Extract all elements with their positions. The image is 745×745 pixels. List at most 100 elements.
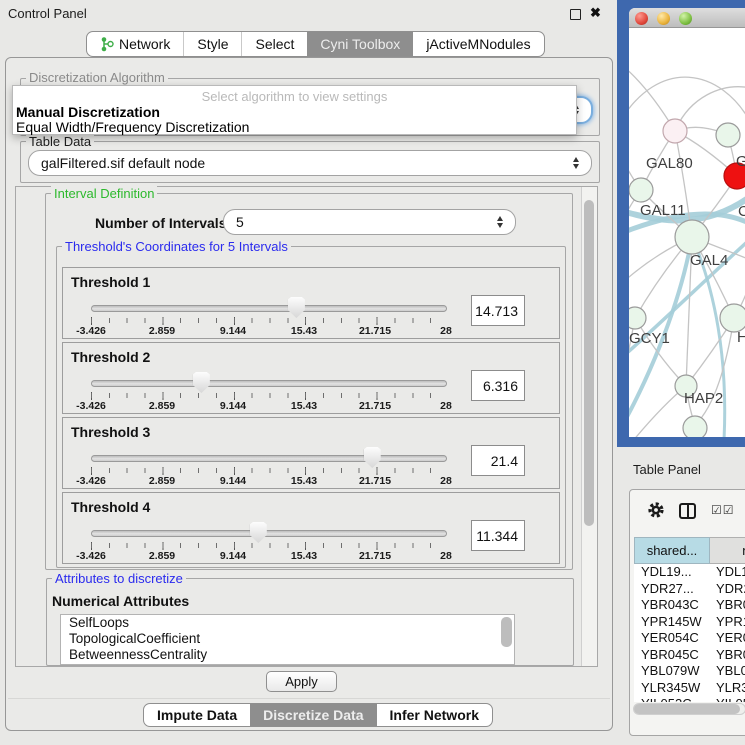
number-of-intervals-value: 5 bbox=[236, 214, 244, 230]
float-window-icon[interactable] bbox=[570, 9, 581, 20]
table-row[interactable]: YIL052CYIL05 bbox=[634, 696, 745, 702]
number-of-intervals-combobox[interactable]: 5 bbox=[223, 209, 516, 235]
network-node[interactable] bbox=[629, 178, 653, 202]
slider-minor-ticks bbox=[91, 393, 448, 398]
tab-discretize-data-label: Discretize Data bbox=[263, 704, 363, 726]
cell-name[interactable]: YLR34 bbox=[710, 680, 745, 697]
table-body: YDL19...YDL19 YDR27...YDR27 YBR043CYBR04… bbox=[634, 564, 745, 702]
network-node[interactable] bbox=[663, 119, 687, 143]
list-item-topologicalcoefficient[interactable]: TopologicalCoefficient bbox=[61, 631, 514, 647]
threshold-3-value-field[interactable] bbox=[471, 445, 525, 476]
list-item-selfloops[interactable]: SelfLoops bbox=[61, 615, 514, 631]
cell-name[interactable]: YDR27 bbox=[710, 581, 745, 598]
attributes-group-label: Attributes to discretize bbox=[52, 571, 186, 586]
list-scrollbar-thumb[interactable] bbox=[501, 617, 512, 647]
tab-select[interactable]: Select bbox=[241, 32, 307, 56]
tab-network[interactable]: Network bbox=[87, 32, 183, 56]
cell-name[interactable]: YBR04 bbox=[710, 647, 745, 664]
cell-name[interactable]: YDL19 bbox=[710, 564, 745, 581]
tick-label: 21.715 bbox=[345, 325, 405, 337]
threshold-2-value-field[interactable] bbox=[471, 370, 525, 401]
close-icon[interactable]: ✖ bbox=[590, 5, 601, 21]
tab-infer-network[interactable]: Infer Network bbox=[377, 704, 492, 726]
table-row[interactable]: YBL079WYBL07 bbox=[634, 663, 745, 680]
tick-label: 15.43 bbox=[274, 475, 334, 487]
network-node[interactable] bbox=[683, 416, 707, 437]
network-node[interactable] bbox=[675, 220, 709, 254]
threshold-1-value-field[interactable] bbox=[471, 295, 525, 326]
network-window-titlebar[interactable] bbox=[629, 8, 745, 28]
cell-name[interactable]: YBR04 bbox=[710, 597, 745, 614]
threshold-2-label: Threshold 2 bbox=[71, 349, 150, 365]
cell-shared-name[interactable]: YER054C bbox=[634, 630, 710, 647]
gear-icon[interactable] bbox=[647, 501, 665, 519]
tab-infer-network-label: Infer Network bbox=[390, 704, 479, 726]
dropdown-option-manual-discretization[interactable]: Manual Discretization bbox=[16, 104, 160, 120]
dropdown-prompt: Select algorithm to view settings bbox=[13, 89, 576, 104]
table-row[interactable]: YPR145WYPR14 bbox=[634, 614, 745, 631]
threshold-2-slider-track[interactable] bbox=[91, 380, 447, 387]
threshold-3-slider-handle[interactable] bbox=[364, 447, 381, 468]
zoom-traffic-light[interactable] bbox=[679, 12, 692, 25]
threshold-1-slider-handle[interactable] bbox=[288, 297, 305, 318]
table-row[interactable]: YDL19...YDL19 bbox=[634, 564, 745, 581]
table-panel-header: Table Panel bbox=[617, 447, 745, 489]
cell-name[interactable]: YBL07 bbox=[710, 663, 745, 680]
cyni-bottom-tabbar: Impute Data Discretize Data Infer Networ… bbox=[143, 703, 493, 727]
cell-name[interactable]: YPR14 bbox=[710, 614, 745, 631]
table-row[interactable]: YBR043CYBR04 bbox=[634, 597, 745, 614]
cell-shared-name[interactable]: YIL052C bbox=[634, 696, 710, 702]
tick-label: 15.43 bbox=[274, 325, 334, 337]
tick-label: -3.426 bbox=[61, 550, 121, 562]
threshold-4-slider-track[interactable] bbox=[91, 530, 447, 537]
table-data-combobox[interactable]: galFiltered.sif default node bbox=[28, 150, 592, 176]
threshold-2-slider-handle[interactable] bbox=[193, 372, 210, 393]
close-traffic-light[interactable] bbox=[635, 12, 648, 25]
network-node[interactable] bbox=[629, 307, 646, 329]
scrollbar-thumb[interactable] bbox=[584, 200, 594, 526]
threshold-4-slider-handle[interactable] bbox=[250, 522, 267, 543]
columns-icon[interactable] bbox=[679, 503, 696, 519]
table-row[interactable]: YLR345WYLR34 bbox=[634, 680, 745, 697]
cell-shared-name[interactable]: YDL19... bbox=[634, 564, 710, 581]
select-columns-checkboxes-icon[interactable]: ☑☑ bbox=[711, 503, 735, 517]
cell-shared-name[interactable]: YDR27... bbox=[634, 581, 710, 598]
table-hscrollbar-thumb[interactable] bbox=[634, 704, 740, 714]
tab-style[interactable]: Style bbox=[183, 32, 241, 56]
column-header-name[interactable]: na bbox=[710, 537, 745, 564]
tick-label: 28 bbox=[416, 400, 476, 412]
slider-minor-ticks bbox=[91, 543, 448, 548]
tab-cyni-toolbox[interactable]: Cyni Toolbox bbox=[307, 32, 413, 56]
cell-shared-name[interactable]: YLR345W bbox=[634, 680, 710, 697]
tab-impute-data[interactable]: Impute Data bbox=[144, 704, 250, 726]
cell-shared-name[interactable]: YBL079W bbox=[634, 663, 710, 680]
network-node[interactable] bbox=[716, 123, 740, 147]
tick-label: 28 bbox=[416, 325, 476, 337]
threshold-1-slider-track[interactable] bbox=[91, 305, 447, 312]
network-icon bbox=[100, 36, 114, 52]
dropdown-option-equal-width-frequency[interactable]: Equal Width/Frequency Discretization bbox=[16, 119, 249, 135]
threshold-4-value-field[interactable] bbox=[471, 520, 525, 551]
table-row[interactable]: YBR045CYBR04 bbox=[634, 647, 745, 664]
threshold-1-panel: Threshold 1 -3.426 2.859 9.144 15.43 21.… bbox=[62, 267, 560, 339]
cell-shared-name[interactable]: YBR043C bbox=[634, 597, 710, 614]
network-canvas[interactable]: GAL80 GA C GAL11 GAL4 GCY1 H HAP2 bbox=[629, 28, 745, 437]
slider-minor-ticks bbox=[91, 468, 448, 473]
list-item-betweennesscentrality[interactable]: BetweennessCentrality bbox=[61, 647, 514, 663]
cell-shared-name[interactable]: YBR045C bbox=[634, 647, 710, 664]
tab-jactivemnodules[interactable]: jActiveMNodules bbox=[413, 32, 543, 56]
table-row[interactable]: YER054CYER05 bbox=[634, 630, 745, 647]
tab-discretize-data[interactable]: Discretize Data bbox=[250, 704, 376, 726]
threshold-3-slider-track[interactable] bbox=[91, 455, 447, 462]
network-node[interactable] bbox=[720, 304, 745, 332]
table-row[interactable]: YDR27...YDR27 bbox=[634, 581, 745, 598]
cell-shared-name[interactable]: YPR145W bbox=[634, 614, 710, 631]
slider-minor-ticks bbox=[91, 318, 448, 323]
column-header-shared-name[interactable]: shared... bbox=[634, 537, 710, 564]
table-header-row: shared... na bbox=[634, 537, 745, 564]
numerical-attributes-label: Numerical Attributes bbox=[52, 593, 189, 609]
cell-name[interactable]: YIL05 bbox=[710, 696, 745, 702]
minimize-traffic-light[interactable] bbox=[657, 12, 670, 25]
apply-button[interactable]: Apply bbox=[266, 671, 337, 692]
cell-name[interactable]: YER05 bbox=[710, 630, 745, 647]
